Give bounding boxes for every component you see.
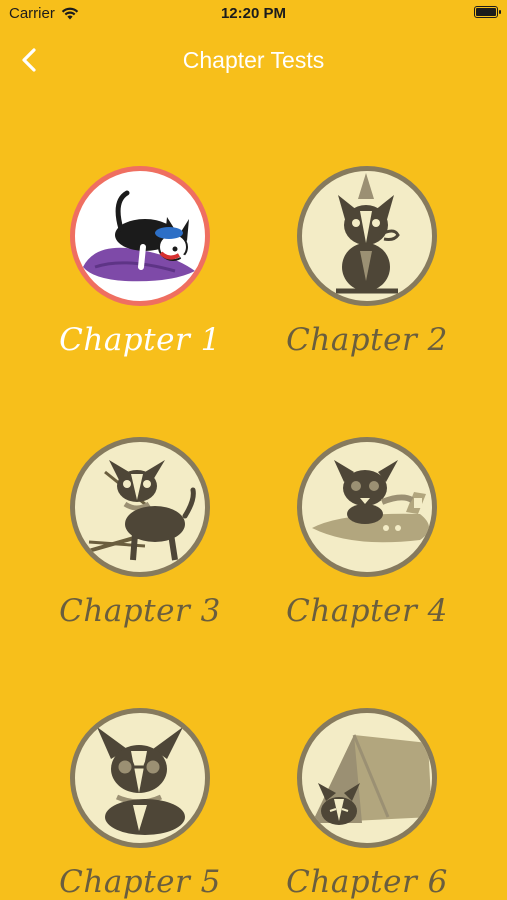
chapter-3-card[interactable]: Chapter 3 — [40, 437, 240, 629]
status-time: 12:20 PM — [220, 5, 287, 22]
dog-with-party-hat-icon — [336, 173, 400, 294]
chapter-2-medallion — [297, 166, 437, 306]
battery-fill — [476, 8, 496, 16]
dog-with-sticks-icon — [84, 460, 196, 561]
chapter-2-label: Chapter 2 — [286, 322, 448, 358]
chapter-6-label: Chapter 6 — [286, 864, 448, 900]
chapter-4-card[interactable]: Chapter 4 — [267, 437, 467, 629]
nav-bar: Chapter Tests — [0, 38, 507, 82]
battery-icon — [474, 6, 501, 18]
chapter-6-medallion — [297, 708, 437, 848]
chapter-5-medallion — [70, 708, 210, 848]
status-bar: Carrier 12:20 PM — [0, 0, 507, 28]
chapter-3-medallion — [70, 437, 210, 577]
chapter-4-medallion — [297, 437, 437, 577]
dog-with-glasses-icon — [97, 727, 185, 835]
page-title: Chapter Tests — [182, 47, 325, 73]
chapter-5-label: Chapter 5 — [59, 864, 221, 900]
chapter-1-label: Chapter 1 — [59, 322, 221, 358]
dog-in-tent-icon — [312, 734, 432, 825]
dog-on-airplane-icon — [312, 460, 429, 543]
chapter-4-label: Chapter 4 — [286, 593, 448, 629]
chapter-6-card[interactable]: Chapter 6 — [267, 708, 467, 900]
chapter-1-card[interactable]: Chapter 1 — [40, 166, 240, 358]
chapter-2-card[interactable]: Chapter 2 — [267, 166, 467, 358]
chapter-3-label: Chapter 3 — [59, 593, 221, 629]
chapter-1-medallion — [70, 166, 210, 306]
dog-stretching-on-pillow-icon — [83, 190, 202, 282]
chapter-5-card[interactable]: Chapter 5 — [40, 708, 240, 900]
